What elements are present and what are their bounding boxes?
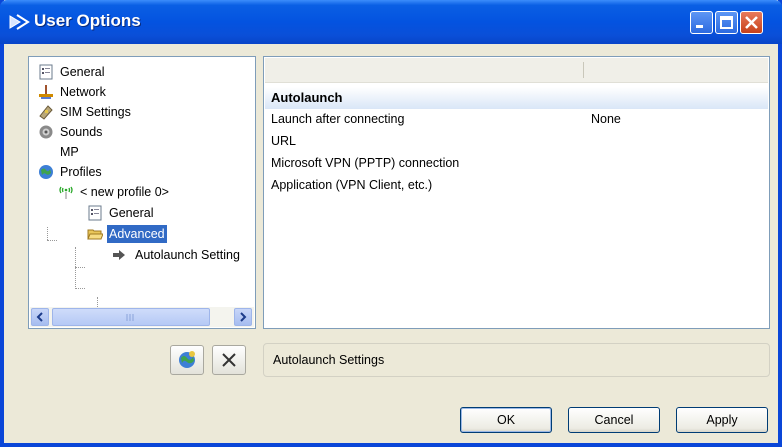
open-folder-icon [87,229,103,240]
cancel-button[interactable]: Cancel [568,407,660,433]
delete-icon [222,353,236,367]
close-icon [745,16,758,29]
settings-list-icon [39,64,53,80]
maximize-icon [720,16,733,29]
list-row[interactable]: URL [271,131,296,151]
list-row[interactable]: Launch after connecting [271,109,404,129]
wireless-icon [59,186,73,199]
close-button[interactable] [740,11,763,34]
apply-button[interactable]: Apply [676,407,768,433]
app-logo-icon [9,14,30,30]
sim-card-icon [39,105,53,120]
list-row[interactable]: Microsoft VPN (PPTP) connection [271,153,459,173]
list-header [265,58,768,83]
scroll-thumb[interactable] [52,308,210,326]
title-bar[interactable]: User Options [0,0,782,44]
globe-add-icon [179,351,195,368]
list-row[interactable]: Application (VPN Client, etc.) [271,175,432,195]
ok-button[interactable]: OK [460,407,552,433]
user-options-window: User Options General Network SIM Setting… [0,0,782,447]
minimize-icon [696,25,703,28]
add-profile-button[interactable] [170,345,204,375]
chevron-right-icon [240,312,247,322]
network-icon [39,85,53,99]
globe-icon [39,165,53,179]
scroll-left-button[interactable] [31,308,49,326]
list-row-value: None [591,112,621,126]
settings-list[interactable]: Autolaunch Launch after connecting None … [263,56,770,329]
group-title: Autolaunch [271,90,343,105]
tree-horizontal-scrollbar[interactable] [30,307,254,327]
delete-button[interactable] [212,345,246,375]
options-tree[interactable]: General Network SIM Settings Sounds MP P… [28,56,256,329]
chevron-left-icon [36,312,43,322]
scroll-right-button[interactable] [234,308,252,326]
minimize-button[interactable] [690,11,713,34]
speaker-icon [39,125,53,139]
arrow-icon [113,250,125,260]
settings-list-icon [88,205,102,221]
maximize-button[interactable] [715,11,738,34]
window-title: User Options [34,11,141,30]
description-box: Autolaunch Settings [263,343,770,377]
grip-icon [126,314,134,321]
